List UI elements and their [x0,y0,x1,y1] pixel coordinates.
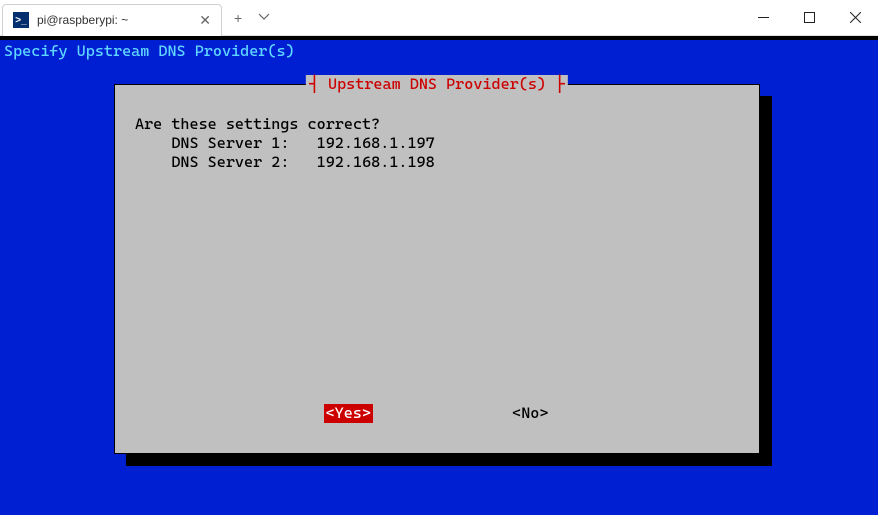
close-button[interactable] [832,0,878,36]
dialog-prompt: Are these settings correct? [135,115,380,133]
dialog-wrapper: ┤ Upstream DNS Provider(s) ├ Are these s… [114,84,760,454]
dns-row-1-value: 192.168.1.197 [317,134,435,152]
terminal-tab[interactable]: >_ pi@raspberypi: ~ ✕ [2,4,222,36]
powershell-icon: >_ [13,12,29,28]
yes-button[interactable]: <Yes> [324,404,373,423]
tab-title: pi@raspberypi: ~ [37,13,191,27]
dns-row-2-label: DNS Server 2: [171,153,289,171]
window-titlebar: >_ pi@raspberypi: ~ ✕ + [0,0,878,36]
dialog-buttons: <Yes> <No> [115,404,759,423]
minimize-button[interactable] [740,0,786,36]
dns-row-1-label: DNS Server 1: [171,134,289,152]
confirmation-dialog: ┤ Upstream DNS Provider(s) ├ Are these s… [114,84,760,454]
tab-actions: + [234,10,270,26]
new-tab-button[interactable]: + [234,10,242,26]
tab-dropdown-button[interactable] [258,10,270,26]
window-controls [740,0,878,35]
no-button[interactable]: <No> [510,404,550,423]
maximize-button[interactable] [786,0,832,36]
screen-title: Specify Upstream DNS Provider(s) [0,40,878,63]
tab-close-button[interactable]: ✕ [199,12,211,29]
dns-row-2-value: 192.168.1.198 [317,153,435,171]
terminal-area[interactable]: Specify Upstream DNS Provider(s) ┤ Upstr… [0,36,878,515]
dialog-title: ┤ Upstream DNS Provider(s) ├ [306,75,568,94]
dialog-content: Are these settings correct? DNS Server 1… [115,85,759,172]
